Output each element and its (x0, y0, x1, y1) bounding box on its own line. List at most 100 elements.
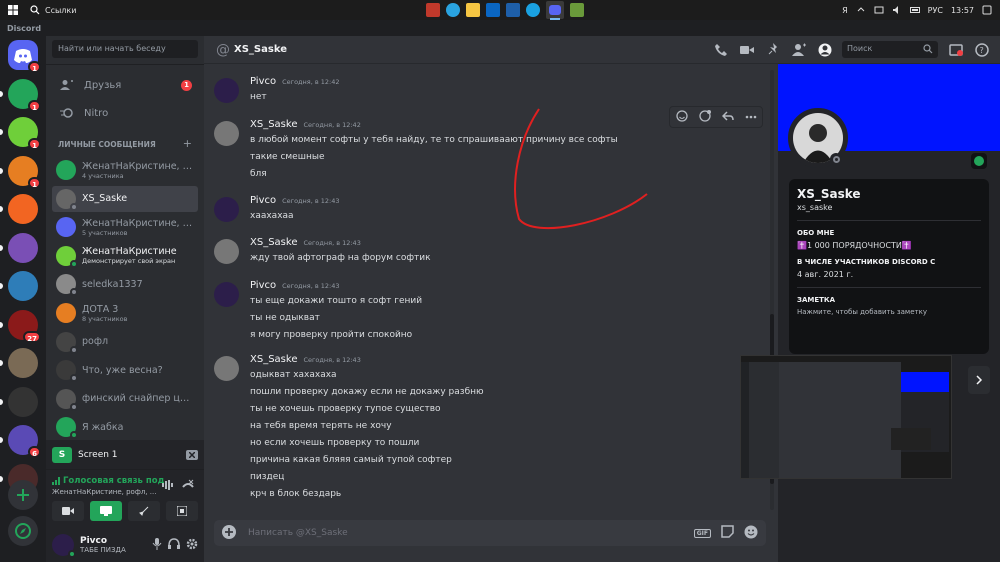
disconnect-icon[interactable] (182, 479, 194, 494)
message-group[interactable]: Pivco Сегодня, в 12:43 ты еще докажи тошто… (214, 280, 764, 344)
server-icon[interactable] (8, 386, 38, 417)
shield-icon[interactable] (506, 3, 520, 17)
voice-channel[interactable]: ЖенатНаКристине, рофл, ... (52, 488, 156, 496)
taskbar-search[interactable]: Ссылки (26, 5, 396, 15)
dm-list-item[interactable]: ЖенатНаКристине, Я... 5 участников (52, 214, 198, 240)
add-friend-icon[interactable] (792, 43, 806, 60)
message-avatar[interactable] (214, 356, 239, 381)
soundboard-button[interactable] (166, 501, 198, 521)
dm-search-input[interactable]: Найти или начать беседу (52, 40, 198, 58)
server-icon[interactable]: 1 (8, 78, 41, 112)
nitro-nav[interactable]: Nitro (52, 101, 198, 125)
clock[interactable]: 13:57 (951, 6, 974, 15)
input-language[interactable]: РУС (928, 6, 943, 15)
message-author[interactable]: Pivco (250, 195, 276, 206)
message-group[interactable]: XS_Saske Сегодня, в 12:43 одыкват хахахаха… (214, 354, 764, 503)
home-button[interactable]: 1 (8, 40, 41, 73)
chevron-up-icon[interactable] (856, 5, 866, 15)
noise-suppression-icon[interactable] (162, 480, 174, 493)
message-author[interactable]: Pivco (250, 280, 276, 291)
dm-list-item[interactable]: финский снайпер це... (52, 386, 198, 412)
server-icon[interactable] (8, 194, 38, 224)
reply-icon[interactable] (721, 110, 734, 125)
dm-list-item[interactable]: ДОТА 38 участников (52, 300, 198, 326)
dm-list-item[interactable]: рофл (52, 329, 198, 355)
network-icon[interactable] (874, 5, 884, 15)
screen-share-button[interactable] (90, 501, 122, 521)
microphone-icon[interactable] (152, 537, 162, 553)
activity-button[interactable] (128, 501, 160, 521)
user-info[interactable]: Pivco ТАБЕ ПИЗДА (80, 536, 126, 554)
folder-icon[interactable] (466, 3, 480, 17)
message-group[interactable]: Pivco Сегодня, в 12:42 нет (214, 76, 764, 106)
badge-icon[interactable] (971, 153, 987, 169)
battery-icon[interactable] (909, 5, 920, 15)
mail-icon[interactable] (486, 3, 500, 17)
expand-arrow-button[interactable] (968, 366, 990, 394)
explore-servers-button[interactable] (8, 516, 38, 546)
server-icon[interactable]: 1 (8, 117, 41, 150)
voice-call-icon[interactable] (714, 43, 728, 60)
message-avatar[interactable] (214, 282, 239, 307)
message-avatar[interactable] (214, 121, 239, 146)
app-icon[interactable] (426, 3, 440, 17)
minecraft-icon[interactable] (570, 3, 584, 17)
add-server-button[interactable] (8, 480, 38, 510)
sticker-icon[interactable] (721, 525, 734, 541)
windows-start-icon[interactable] (0, 0, 26, 20)
message-group[interactable]: XS_Saske Сегодня, в 12:42 в любой момент с… (214, 119, 764, 183)
stream-preview-thumbnail[interactable] (740, 355, 952, 479)
dm-list-item[interactable]: ЖенатНаКристине Демонстрирует свой экран (52, 243, 198, 269)
emoji-icon[interactable] (744, 525, 758, 542)
unread-pill (0, 167, 3, 174)
reaction-icon[interactable] (675, 109, 688, 125)
dm-list-item[interactable]: Я жабка (52, 414, 198, 440)
message-group[interactable]: Pivco Сегодня, в 12:43 хаахахаа (214, 195, 764, 225)
video-call-icon[interactable] (740, 43, 754, 60)
edge-icon[interactable] (526, 3, 540, 17)
message-composer[interactable]: Написать @XS_Saske GIF (214, 520, 766, 546)
user-avatar[interactable] (52, 534, 76, 558)
camera-button[interactable] (52, 501, 84, 521)
attach-icon[interactable] (222, 524, 236, 542)
dm-list-item[interactable]: Что, уже весна? (52, 357, 198, 383)
volume-icon[interactable] (892, 5, 902, 15)
headphones-icon[interactable] (168, 537, 180, 553)
stop-stream-icon[interactable] (186, 449, 198, 460)
notifications-icon[interactable] (982, 5, 992, 15)
chat-search-input[interactable]: Поиск (842, 41, 938, 58)
server-icon[interactable] (8, 348, 38, 378)
voice-status[interactable]: Голосовая связь под (63, 476, 164, 486)
server-icon[interactable]: 1 (8, 155, 41, 189)
dm-list-item[interactable]: ЖенатНаКристине, р... 4 участника (52, 157, 198, 183)
help-icon[interactable]: ? (975, 43, 989, 60)
server-icon[interactable] (8, 232, 38, 263)
inbox-icon[interactable] (949, 43, 963, 60)
server-icon[interactable]: 27 (8, 309, 41, 343)
server-icon[interactable] (8, 271, 38, 301)
message-author[interactable]: XS_Saske (250, 237, 297, 248)
message-avatar[interactable] (214, 197, 239, 222)
message-group[interactable]: XS_Saske Сегодня, в 12:43 жду твой афтогра… (214, 237, 764, 267)
add-dm-icon[interactable]: + (183, 137, 192, 150)
dm-list-item[interactable]: seledka1337 (52, 271, 198, 297)
settings-gear-icon[interactable] (186, 538, 198, 553)
super-reaction-icon[interactable] (698, 109, 711, 125)
dm-list-item[interactable]: XS_Saske (52, 185, 198, 212)
message-avatar[interactable] (214, 78, 239, 103)
server-icon[interactable]: 6 (8, 425, 41, 458)
message-author[interactable]: XS_Saske (250, 119, 297, 130)
more-icon[interactable] (745, 112, 757, 122)
member-since-date: 4 авг. 2021 г. (797, 270, 854, 279)
discord-taskbar-icon[interactable] (546, 1, 564, 20)
message-author[interactable]: XS_Saske (250, 354, 297, 365)
message-author[interactable]: Pivco (250, 76, 276, 87)
unread-pill (0, 437, 3, 443)
pin-icon[interactable] (766, 43, 780, 60)
telegram-icon[interactable] (446, 3, 460, 17)
gif-button[interactable]: GIF (693, 528, 711, 538)
note-input[interactable]: Нажмите, чтобы добавить заметку (797, 308, 981, 316)
profile-icon[interactable] (818, 43, 832, 60)
friends-nav[interactable]: Друзья 1 (52, 73, 198, 97)
message-avatar[interactable] (214, 239, 239, 264)
